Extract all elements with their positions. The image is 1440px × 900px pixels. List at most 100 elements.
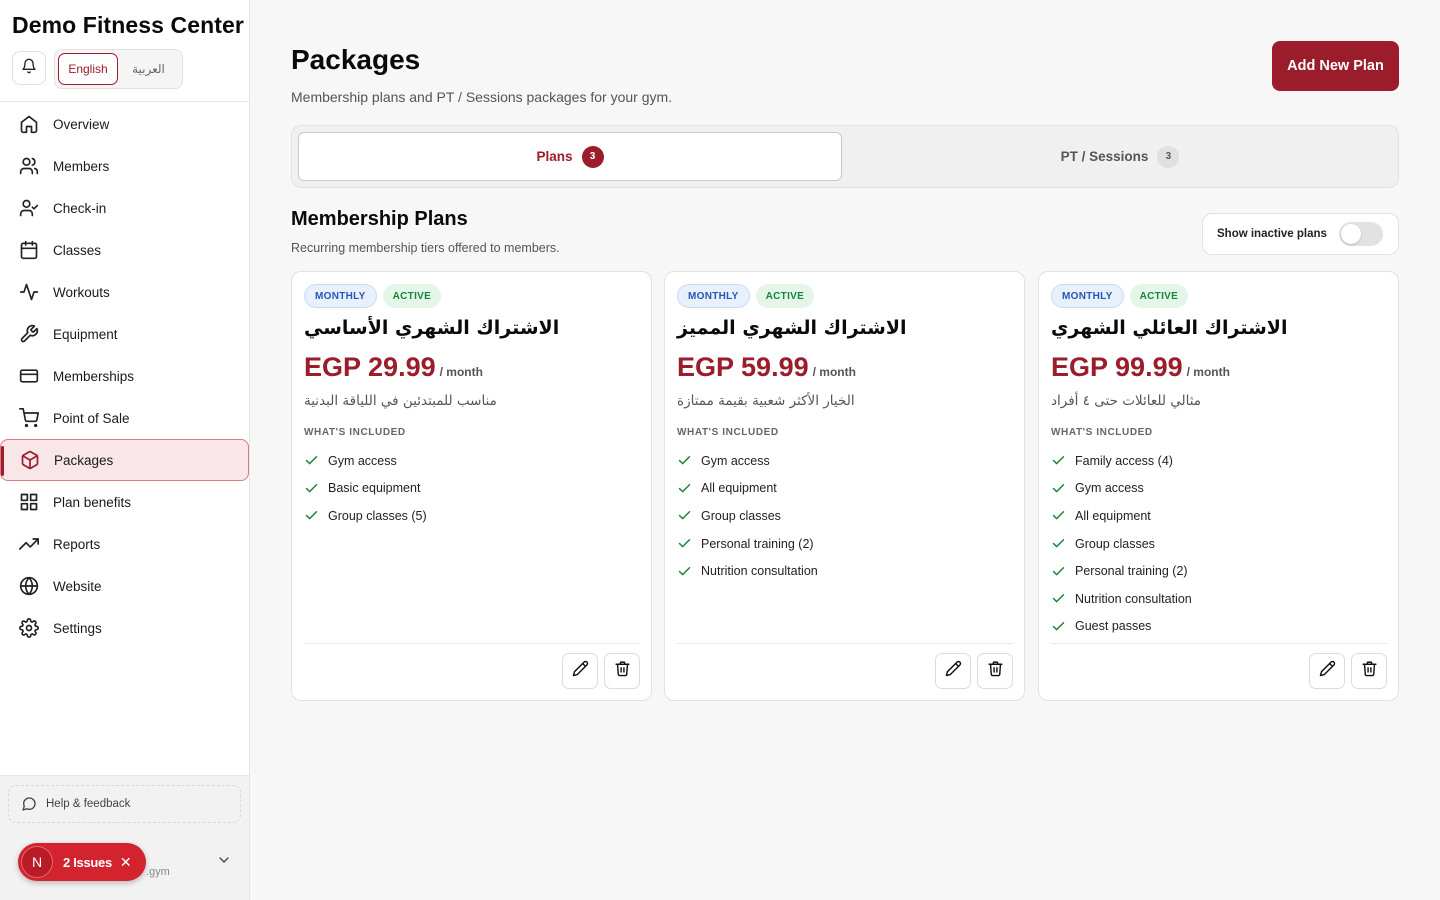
- language-english-button[interactable]: English: [58, 53, 118, 85]
- plan-card: MONTHLY ACTIVE الاشتراك الشهري الأساسي E…: [291, 271, 652, 701]
- pencil-icon: [572, 660, 589, 682]
- help-feedback-button[interactable]: Help & feedback: [8, 785, 241, 823]
- sidebar-item-check-in[interactable]: Check-in: [0, 187, 249, 229]
- plan-description: مثالي للعائلات حتى ٤ أفراد: [1051, 393, 1202, 409]
- close-icon[interactable]: ✕: [120, 854, 132, 871]
- tab-pt-sessions[interactable]: PT / Sessions 3: [848, 132, 1392, 181]
- pencil-icon: [945, 660, 962, 682]
- users-icon: [18, 155, 40, 177]
- delete-plan-button[interactable]: [1351, 653, 1387, 689]
- feature-label: Group classes: [1075, 536, 1155, 551]
- globe-icon: [18, 575, 40, 597]
- feature-item: Gym access: [304, 447, 427, 475]
- sidebar-item-settings[interactable]: Settings: [0, 607, 249, 649]
- sidebar-item-plan-benefits[interactable]: Plan benefits: [0, 481, 249, 523]
- check-icon: [1051, 619, 1067, 634]
- sidebar-item-reports[interactable]: Reports: [0, 523, 249, 565]
- wrench-icon: [18, 323, 40, 345]
- show-inactive-toggle[interactable]: [1338, 222, 1383, 246]
- sidebar-item-equipment[interactable]: Equipment: [0, 313, 249, 355]
- sidebar-item-memberships[interactable]: Memberships: [0, 355, 249, 397]
- calendar-icon: [18, 239, 40, 261]
- feature-label: Family access (4): [1075, 453, 1173, 468]
- activity-icon: [18, 281, 40, 303]
- chevron-down-icon[interactable]: [216, 852, 232, 873]
- page-subtitle: Membership plans and PT / Sessions packa…: [291, 89, 673, 105]
- trash-icon: [1361, 660, 1378, 682]
- feature-item: Family access (4): [1051, 447, 1192, 475]
- sidebar-item-label: Members: [53, 158, 110, 174]
- grid-icon: [18, 491, 40, 513]
- check-icon: [304, 453, 320, 468]
- message-circle-icon: [21, 796, 37, 812]
- feature-label: Gym access: [328, 453, 397, 468]
- sidebar-item-point-of-sale[interactable]: Point of Sale: [0, 397, 249, 439]
- status-badge: ACTIVE: [755, 284, 815, 308]
- sidebar-item-packages[interactable]: Packages: [0, 439, 249, 481]
- delete-plan-button[interactable]: [604, 653, 640, 689]
- sidebar-item-label: Overview: [53, 116, 110, 132]
- check-icon: [677, 481, 693, 496]
- edit-plan-button[interactable]: [1309, 653, 1345, 689]
- feature-item: Group classes: [1051, 530, 1192, 558]
- included-heading: WHAT'S INCLUDED: [1051, 427, 1153, 438]
- feature-item: Nutrition consultation: [677, 557, 818, 585]
- plan-price: EGP 99.99: [1051, 352, 1183, 382]
- delete-plan-button[interactable]: [977, 653, 1013, 689]
- feature-label: Group classes: [701, 508, 781, 523]
- issues-badge[interactable]: N 2 Issues ✕: [18, 843, 146, 881]
- sidebar-item-classes[interactable]: Classes: [0, 229, 249, 271]
- sidebar: Demo Fitness Center English العربية Over…: [0, 0, 250, 900]
- feature-item: Gym access: [677, 447, 818, 475]
- feature-label: Group classes (5): [328, 508, 427, 523]
- check-icon: [304, 508, 320, 523]
- check-icon: [1051, 508, 1067, 523]
- plan-name: الاشتراك الشهري المميز: [677, 317, 907, 339]
- sidebar-item-website[interactable]: Website: [0, 565, 249, 607]
- issues-avatar: N: [21, 846, 53, 878]
- sidebar-item-label: Packages: [54, 452, 114, 468]
- tab-label: PT / Sessions: [1060, 149, 1149, 164]
- user-check-icon: [18, 197, 40, 219]
- included-heading: WHAT'S INCLUDED: [677, 427, 779, 438]
- plan-name: الاشتراك الشهري الأساسي: [304, 317, 560, 339]
- page-title: Packages: [291, 44, 421, 75]
- feature-list: Family access (4) Gym access All equipment…: [1051, 447, 1192, 640]
- cart-icon: [18, 407, 40, 429]
- sidebar-item-label: Website: [53, 578, 102, 594]
- plan-card: MONTHLY ACTIVE الاشتراك العائلي الشهري E…: [1038, 271, 1399, 701]
- package-icon: [19, 449, 41, 471]
- tab-label: Plans: [536, 149, 573, 164]
- notifications-button[interactable]: [12, 51, 46, 85]
- trending-up-icon: [18, 533, 40, 555]
- plan-name: الاشتراك العائلي الشهري: [1051, 317, 1288, 339]
- edit-plan-button[interactable]: [935, 653, 971, 689]
- add-new-plan-button[interactable]: Add New Plan: [1272, 41, 1399, 91]
- sidebar-item-workouts[interactable]: Workouts: [0, 271, 249, 313]
- sidebar-item-overview[interactable]: Overview: [0, 103, 249, 145]
- status-badge: ACTIVE: [382, 284, 442, 308]
- feature-list: Gym access Basic equipment Group classes (…: [304, 447, 427, 530]
- credit-card-icon: [18, 365, 40, 387]
- tab-plans[interactable]: Plans 3: [298, 132, 842, 181]
- plan-description: الخيار الأكثر شعبية بقيمة ممتازة: [677, 393, 855, 409]
- sidebar-nav: Overview Members Check-in Classes Workou…: [0, 103, 249, 649]
- status-badge: ACTIVE: [1129, 284, 1189, 308]
- sidebar-item-label: Check-in: [53, 200, 107, 216]
- feature-item: All equipment: [677, 475, 818, 503]
- feature-label: Personal training (2): [701, 536, 814, 551]
- issues-label: 2 Issues: [63, 854, 112, 870]
- sidebar-item-members[interactable]: Members: [0, 145, 249, 187]
- language-arabic-button[interactable]: العربية: [118, 53, 179, 85]
- user-email: .gym: [146, 866, 170, 878]
- language-switch: English العربية: [54, 49, 183, 89]
- feature-item: All equipment: [1051, 502, 1192, 530]
- feature-item: Personal training (2): [1051, 557, 1192, 585]
- feature-item: Nutrition consultation: [1051, 585, 1192, 613]
- plan-price: EGP 59.99: [677, 352, 809, 382]
- brand-name: Demo Fitness Center: [12, 12, 244, 38]
- gear-icon: [18, 617, 40, 639]
- edit-plan-button[interactable]: [562, 653, 598, 689]
- sidebar-item-label: Classes: [53, 242, 102, 258]
- check-icon: [677, 564, 693, 579]
